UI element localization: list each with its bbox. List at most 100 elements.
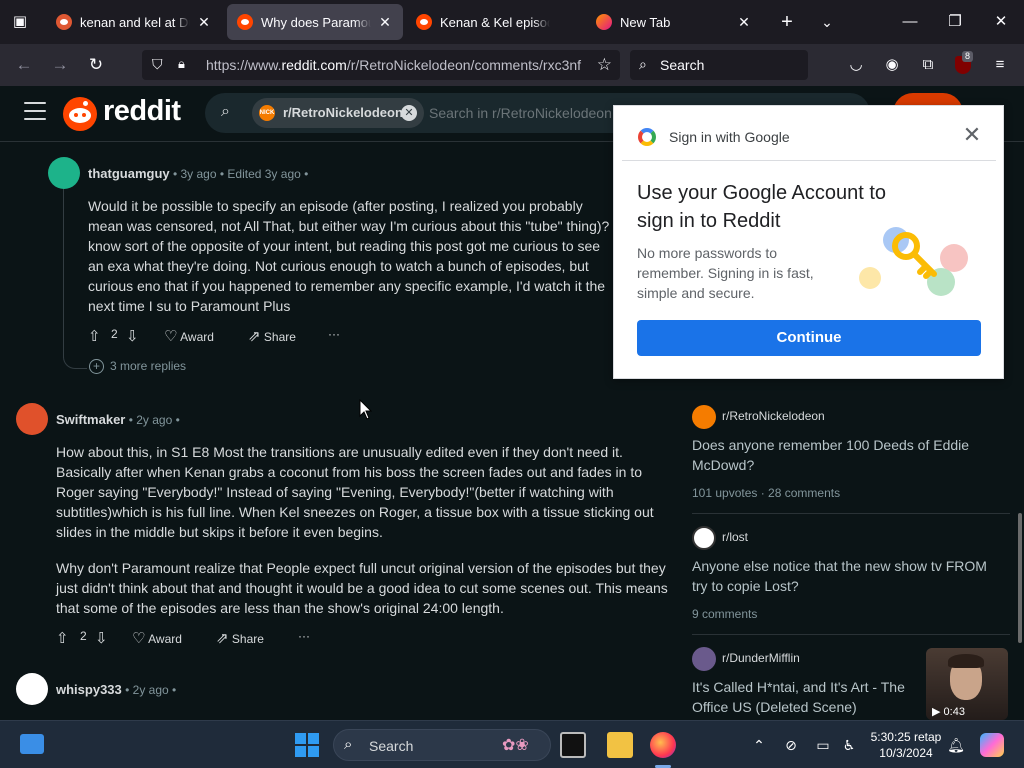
comment-paragraph: Would it be possible to specify an episo… (88, 198, 618, 314)
menu-icon[interactable]: ≡ (989, 54, 1011, 76)
terminal-app-icon[interactable] (560, 732, 586, 758)
video-thumbnail[interactable]: ▶ 0:43 (926, 648, 1008, 720)
related-subreddit[interactable]: r/lost (692, 526, 748, 550)
related-title[interactable]: Anyone else notice that the new show tv … (692, 556, 997, 596)
thumbnail-hair (948, 654, 984, 668)
avatar[interactable] (16, 673, 48, 705)
comment-timestamp: • 2y ago • (125, 683, 177, 697)
reddit-search-placeholder: Search in r/RetroNickelodeon (429, 105, 612, 121)
comment-username[interactable]: thatguamguy (88, 166, 170, 181)
accessibility-icon[interactable]: ♿︎ (839, 735, 859, 755)
browser-tab-strip: ▣ kenan and kel at DuckDuckGo ✕ Why does… (0, 0, 1024, 44)
comment-timestamp: • 2y ago • (128, 413, 180, 427)
file-explorer-icon[interactable] (607, 732, 633, 758)
more-options-icon[interactable]: ··· (328, 327, 340, 341)
extensions-icon[interactable]: ⧉ (917, 54, 939, 76)
new-tab-icon[interactable]: + (775, 10, 799, 34)
flower-icon: ✿❀ (502, 737, 529, 754)
close-window-icon[interactable]: ✕ (987, 8, 1015, 36)
related-post[interactable]: r/RetroNickelodeon Does anyone remember … (692, 405, 1012, 505)
related-post[interactable]: r/lost Anyone else notice that the new s… (692, 526, 1012, 626)
ublock-icon[interactable]: 8 (954, 51, 974, 76)
browser-tab-kenan-kel[interactable]: Kenan & Kel episodes cut (406, 4, 582, 40)
chevron-up-icon[interactable]: ⌃ (749, 735, 769, 755)
hamburger-menu-icon[interactable] (24, 102, 46, 124)
dundermifflin-icon (692, 647, 716, 671)
play-icon: ▶ (932, 706, 941, 718)
popup-header: Sign in with Google (669, 129, 790, 145)
reddit-logo-icon[interactable] (63, 97, 97, 131)
tab-list-icon[interactable]: ▣ (8, 10, 32, 34)
taskbar-search[interactable]: ⌕ Search ✿❀ (333, 729, 551, 761)
close-tab-icon[interactable]: ✕ (736, 14, 752, 31)
bookmark-star-icon[interactable]: ☆ (597, 55, 612, 75)
close-icon[interactable]: ✕ (960, 123, 984, 147)
duration-label: 0:43 (943, 706, 965, 718)
avatar[interactable] (48, 157, 80, 189)
browser-search-box[interactable]: ⌕ Search (630, 50, 808, 80)
url-bar[interactable]: ⛉ 🔒︎ https://www.reddit.com/r/RetroNicke… (142, 50, 620, 80)
more-replies-button[interactable]: +3 more replies (89, 359, 186, 375)
related-subreddit[interactable]: r/RetroNickelodeon (692, 405, 825, 429)
display-icon[interactable]: ▭ (813, 735, 833, 755)
copilot-icon[interactable] (980, 733, 1004, 757)
comment-username[interactable]: Swiftmaker (56, 412, 125, 427)
downvote-icon[interactable]: ⇩ (126, 327, 139, 345)
network-off-icon[interactable]: ⊘ (781, 735, 801, 755)
related-subreddit[interactable]: r/DunderMifflin (692, 647, 800, 671)
search-subreddit-chip[interactable]: NICK r/RetroNickelodeon ✕ (252, 98, 424, 128)
reddit-wordmark[interactable]: reddit (103, 95, 181, 128)
close-tab-icon[interactable]: ✕ (377, 14, 393, 31)
share-label: Share (263, 330, 296, 344)
video-duration: ▶ 0:43 (932, 705, 965, 718)
close-tab-icon[interactable]: ✕ (196, 14, 212, 31)
upvote-icon[interactable]: ⇧ (56, 629, 69, 647)
upvote-icon[interactable]: ⇧ (88, 327, 101, 345)
share-button[interactable]: ⇗ Share (216, 629, 264, 647)
pocket-icon[interactable]: ◡ (845, 54, 867, 76)
screen: ▣ kenan and kel at DuckDuckGo ✕ Why does… (0, 0, 1024, 768)
tab-title: New Tab (620, 14, 671, 30)
maximize-icon[interactable]: ❐ (941, 8, 969, 36)
related-title[interactable]: Does anyone remember 100 Deeds of Eddie … (692, 435, 997, 475)
reload-icon[interactable]: ↻ (84, 53, 108, 77)
widgets-icon[interactable] (20, 734, 44, 754)
browser-tab-active[interactable]: Why does Paramount+ cut scenes ✕ (227, 4, 403, 40)
taskbar-search-placeholder: Search (369, 738, 414, 754)
url-path: /r/RetroNickelodeon/comments/rxc3nf (346, 57, 582, 73)
more-options-icon[interactable]: ··· (298, 629, 310, 643)
url-text[interactable]: https://www.reddit.com/r/RetroNickelodeo… (206, 57, 586, 73)
comment-username[interactable]: whispy333 (56, 682, 122, 697)
award-button[interactable]: ♡ Award (164, 327, 214, 345)
downvote-icon[interactable]: ⇩ (95, 629, 108, 647)
back-icon[interactable]: ← (12, 53, 36, 77)
firefox-icon[interactable] (650, 732, 676, 758)
minimize-icon[interactable]: — (896, 8, 924, 36)
popup-divider (622, 160, 996, 161)
thread-line[interactable] (63, 188, 64, 358)
google-signin-popup: Sign in with Google ✕ Use your Google Ac… (613, 105, 1004, 379)
award-icon: ♡ (132, 630, 146, 647)
account-icon[interactable]: ◉ (881, 54, 903, 76)
comment-meta: whispy333 • 2y ago • (56, 682, 176, 697)
browser-tab-duckduckgo[interactable]: kenan and kel at DuckDuckGo ✕ (46, 4, 222, 40)
shield-icon[interactable]: ⛉ (152, 56, 168, 74)
forward-icon[interactable]: → (48, 53, 72, 77)
chip-remove-icon[interactable]: ✕ (401, 105, 417, 121)
continue-button[interactable]: Continue (637, 320, 981, 356)
comment-meta: thatguamguy • 3y ago • Edited 3y ago • (88, 166, 308, 181)
comment-actions: ⇧ 2 ⇩ ♡ Award ⇗ Share ··· (88, 324, 388, 348)
related-title[interactable]: It's Called H*ntai, and It's Art - The O… (692, 677, 912, 717)
lock-icon[interactable]: 🔒︎ (178, 56, 194, 74)
clock-time: 5:30:25 retap (870, 730, 942, 744)
windows-start-icon[interactable] (295, 733, 319, 757)
browser-tab-new-tab[interactable]: New Tab ✕ (586, 4, 762, 40)
scrollbar[interactable] (1018, 513, 1022, 643)
avatar[interactable] (16, 403, 48, 435)
windows-taskbar: ⌕ Search ✿❀ ⌃ ⊘ ▭ ♿︎ 5:30:25 retap 10/3/… (0, 720, 1024, 768)
notification-bell-icon[interactable]: 🔔︎ (946, 735, 966, 755)
chevron-down-icon[interactable]: ⌄ (815, 10, 839, 34)
share-button[interactable]: ⇗ Share (248, 327, 296, 345)
award-button[interactable]: ♡ Award (132, 629, 182, 647)
taskbar-clock[interactable]: 5:30:25 retap 10/3/2024 (866, 729, 946, 761)
